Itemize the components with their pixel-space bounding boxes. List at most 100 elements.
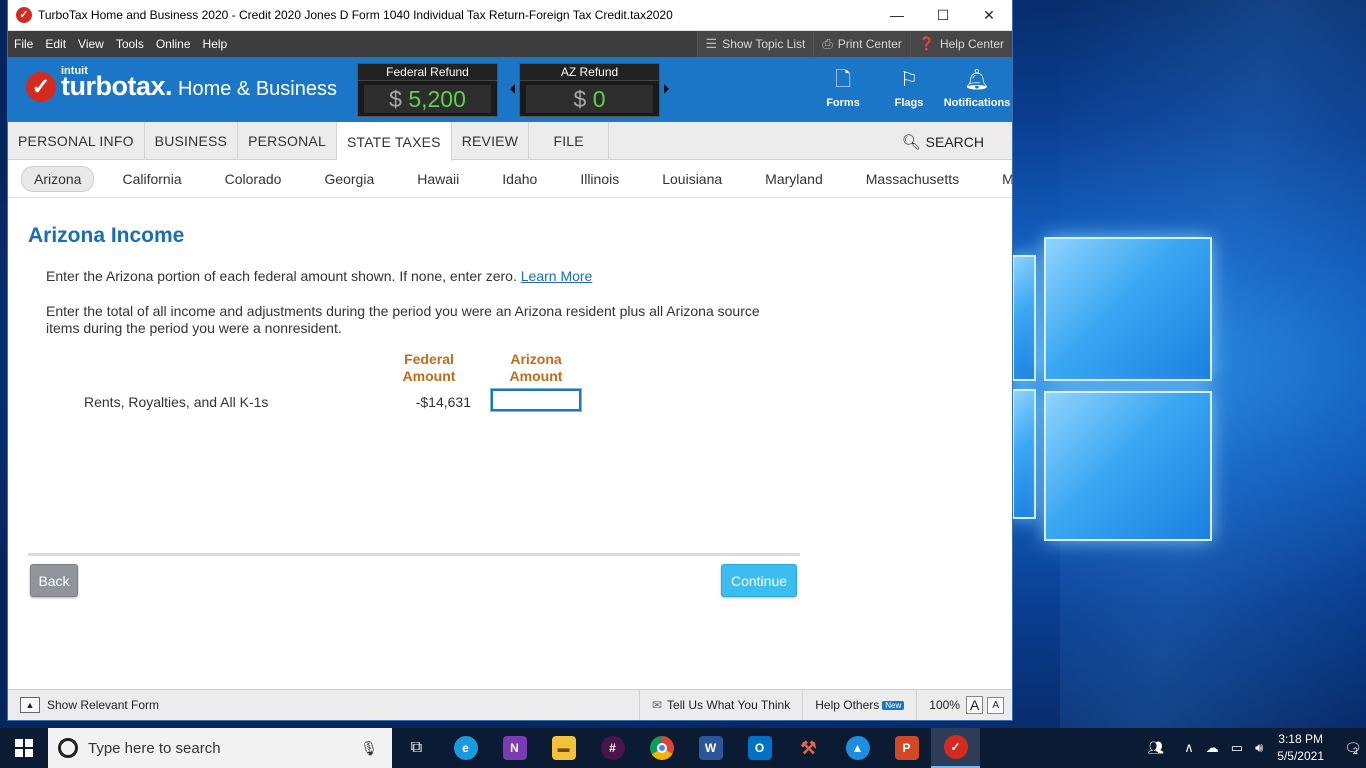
federal-header-line1: Federal — [404, 351, 454, 367]
taskbar-search-box[interactable]: Type here to search 🎙︎ — [48, 728, 392, 768]
action-center-button[interactable]: 🗨︎ 2 — [1336, 728, 1366, 768]
refund-next-arrow-icon[interactable] — [664, 84, 669, 94]
main-content: Arizona Income Enter the Arizona portion… — [8, 198, 1012, 688]
printer-icon: ⎙ — [822, 36, 833, 51]
tab-file[interactable]: FILE — [529, 122, 610, 160]
taskbar-word[interactable]: W — [686, 728, 735, 768]
menu-file[interactable]: File — [8, 37, 39, 51]
window-title: TurboTax Home and Business 2020 - Credit… — [38, 8, 673, 22]
tab-business[interactable]: BUSINESS — [145, 122, 239, 160]
print-center-button[interactable]: ⎙ Print Center — [813, 31, 910, 57]
federal-refund-label: Federal Refund — [358, 64, 497, 81]
network-icon[interactable]: ▭ — [1231, 740, 1243, 756]
state-tab-colorado[interactable]: Colorado — [213, 167, 294, 191]
taskbar-onenote[interactable]: N — [490, 728, 539, 768]
state-refund-meter[interactable]: AZ Refund $ 0 — [519, 63, 660, 117]
search-label: SEARCH — [925, 134, 984, 150]
edge-icon: e — [453, 736, 478, 760]
menu-edit[interactable]: Edit — [39, 37, 72, 51]
taskbar-powerpoint[interactable]: P — [882, 728, 931, 768]
status-bar: ▲ Show Relevant Form ✉ Tell Us What You … — [8, 689, 1012, 720]
description-text: Enter the total of all income and adjust… — [46, 303, 760, 336]
forms-button[interactable]: 🗋 Forms — [810, 67, 876, 109]
microphone-icon[interactable]: 🎙︎ — [360, 740, 378, 757]
state-tab-louisiana[interactable]: Louisiana — [650, 167, 734, 191]
tool-icon: ⚒ — [800, 737, 817, 758]
taskbar-turbotax[interactable]: ✓ — [931, 728, 980, 768]
font-size-small-button[interactable]: A — [987, 696, 1004, 714]
chevron-up-icon: ▲ — [20, 697, 40, 713]
people-icon[interactable]: 👥︎ — [1148, 740, 1165, 756]
state-tab-georgia[interactable]: Georgia — [312, 167, 386, 191]
font-size-large-button[interactable]: A — [965, 696, 984, 714]
maximize-button[interactable]: ☐ — [920, 0, 966, 31]
taskbar-file-explorer[interactable]: ▬ — [539, 728, 588, 768]
arizona-amount-input[interactable] — [490, 388, 582, 412]
arizona-header-line1: Arizona — [510, 351, 562, 367]
state-tab-more[interactable]: Mi — [990, 167, 1012, 191]
taskbar-chrome[interactable] — [637, 728, 686, 768]
federal-refund-amount: 5,200 — [408, 86, 466, 112]
clock-time: 3:18 PM — [1278, 732, 1323, 746]
refund-prev-arrow-icon[interactable] — [510, 84, 515, 94]
system-clock[interactable]: 3:18 PM 5/5/2021 — [1277, 731, 1324, 765]
menu-view[interactable]: View — [72, 37, 110, 51]
state-tab-massachusetts[interactable]: Massachusetts — [854, 167, 971, 191]
back-button[interactable]: Back — [30, 564, 78, 597]
learn-more-link[interactable]: Learn More — [521, 268, 593, 284]
tab-personal[interactable]: PERSONAL — [238, 122, 337, 160]
notifications-button[interactable]: 🔔︎ Notifications — [942, 67, 1012, 109]
minimize-button[interactable]: — — [874, 0, 920, 31]
taskbar-slack[interactable]: # — [588, 728, 637, 768]
taskbar-app-9[interactable]: ▲ — [833, 728, 882, 768]
new-badge: New — [882, 700, 905, 710]
menu-tools[interactable]: Tools — [110, 37, 150, 51]
volume-icon[interactable]: 🔊︎ — [1255, 740, 1263, 756]
zoom-level: 100% — [929, 698, 960, 712]
system-tray: 👥︎ ∧ ☁ ▭ 🔊︎ 3:18 PM 5/5/2021 🗨︎ 2 — [1142, 728, 1366, 768]
start-button[interactable] — [0, 728, 48, 768]
state-tab-idaho[interactable]: Idaho — [490, 167, 549, 191]
windows-logo-graphic — [1012, 225, 1216, 547]
intuit-label: intuit — [61, 65, 88, 77]
state-tab-maryland[interactable]: Maryland — [753, 167, 835, 191]
forms-icon: 🗋 — [834, 69, 852, 91]
chevron-up-tray-icon[interactable]: ∧ — [1184, 740, 1194, 756]
search-button[interactable]: 🔍︎ SEARCH — [902, 133, 984, 151]
tab-state-taxes[interactable]: STATE TAXES — [336, 122, 452, 161]
flags-label: Flags — [894, 97, 924, 109]
federal-refund-currency: $ — [389, 86, 402, 112]
help-center-button[interactable]: ❓ Help Center — [909, 31, 1012, 57]
taskbar-app-8[interactable]: ⚒ — [784, 728, 833, 768]
clock-date: 5/5/2021 — [1277, 749, 1324, 763]
help-others-button[interactable]: Help Others New — [802, 689, 916, 720]
title-bar: ✓ TurboTax Home and Business 2020 - Cred… — [8, 0, 1012, 31]
menu-online[interactable]: Online — [150, 37, 197, 51]
state-tab-hawaii[interactable]: Hawaii — [405, 167, 471, 191]
state-tab-arizona[interactable]: Arizona — [21, 165, 95, 192]
app-header: ✓ intuit turbotax. Home & Business Federa… — [8, 57, 1012, 122]
flags-button[interactable]: ⚐ Flags — [876, 67, 942, 109]
tab-personal-info[interactable]: PERSONAL INFO — [8, 122, 145, 160]
turbotax-taskbar-icon: ✓ — [943, 735, 968, 759]
taskbar-outlook[interactable]: O — [735, 728, 784, 768]
menu-help[interactable]: Help — [197, 37, 234, 51]
help-others-label: Help Others — [815, 698, 880, 712]
tab-review[interactable]: REVIEW — [452, 122, 530, 160]
state-refund-currency: $ — [573, 86, 587, 112]
state-tab-california[interactable]: California — [110, 167, 193, 191]
task-view-button[interactable]: ⧉ — [392, 728, 441, 768]
close-button[interactable]: ✕ — [966, 0, 1012, 31]
federal-refund-meter[interactable]: Federal Refund $ 5,200 — [357, 63, 498, 117]
taskbar-edge[interactable]: e — [441, 728, 490, 768]
state-subtabs: Arizona California Colorado Georgia Hawa… — [8, 160, 1012, 198]
product-name: Home & Business — [178, 78, 337, 100]
tell-us-button[interactable]: ✉ Tell Us What You Think — [638, 689, 802, 720]
cloud-icon[interactable]: ☁ — [1206, 740, 1219, 756]
state-tab-illinois[interactable]: Illinois — [568, 167, 631, 191]
show-relevant-form-button[interactable]: ▲ Show Relevant Form — [8, 697, 639, 713]
show-topic-list-button[interactable]: ☰ Show Topic List — [696, 31, 814, 57]
continue-button[interactable]: Continue — [721, 564, 797, 597]
content-divider — [28, 553, 800, 556]
tell-us-label: Tell Us What You Think — [667, 698, 791, 712]
